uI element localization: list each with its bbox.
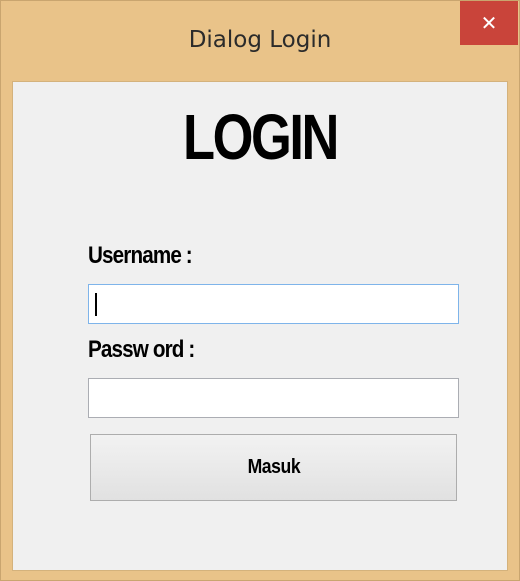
username-label: Username :: [88, 242, 193, 269]
masuk-button-label: Masuk: [247, 456, 300, 478]
dialog-content: LOGIN Username : Passw ord : Masuk: [12, 81, 508, 571]
title-bar[interactable]: Dialog Login ✕: [1, 1, 519, 81]
username-input[interactable]: [88, 284, 459, 324]
text-cursor: [95, 293, 97, 316]
window-title: Dialog Login: [188, 27, 332, 53]
masuk-button[interactable]: Masuk: [90, 434, 457, 501]
close-button[interactable]: ✕: [460, 1, 518, 45]
login-dialog-window: Dialog Login ✕ LOGIN Username : Passw or…: [0, 0, 520, 581]
login-heading: LOGIN: [183, 101, 339, 173]
password-label: Passw ord :: [88, 336, 195, 363]
close-icon: ✕: [480, 11, 498, 35]
password-input[interactable]: [88, 378, 459, 418]
